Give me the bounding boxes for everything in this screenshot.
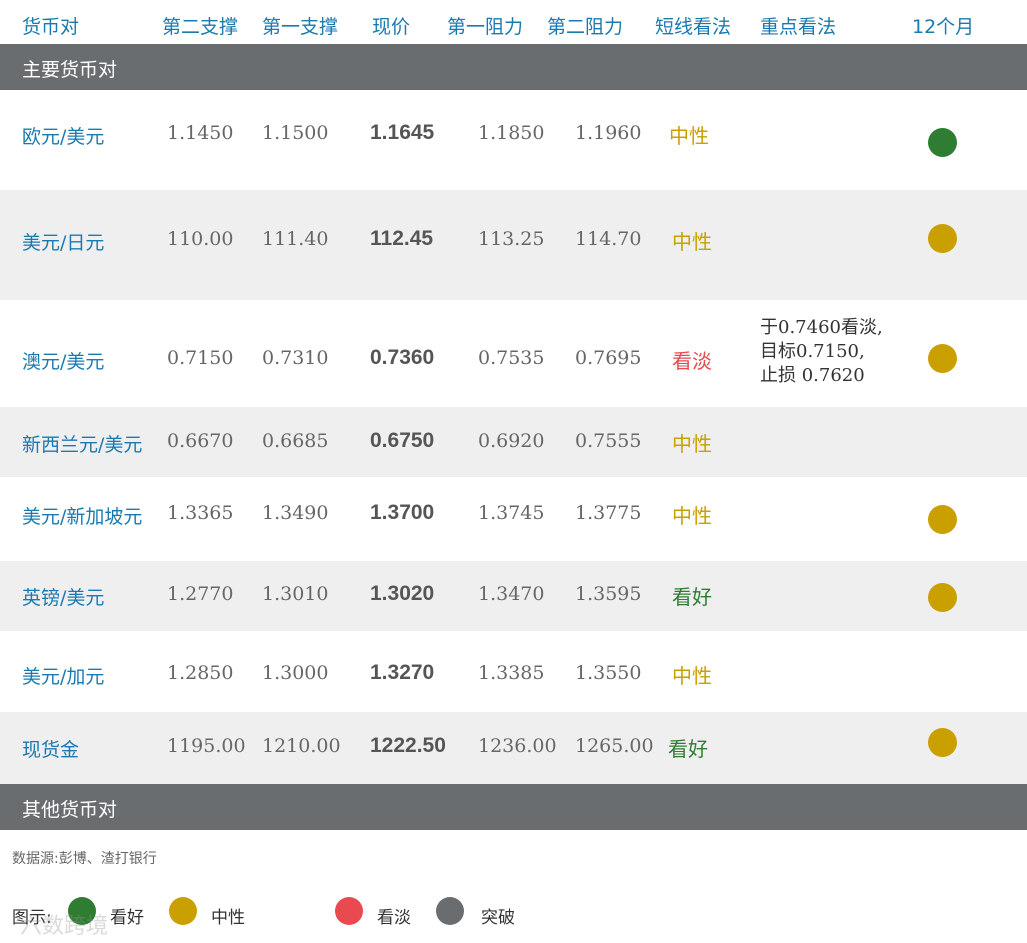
support-level: 0.6685 <box>262 430 329 452</box>
support-level: 1210.00 <box>262 735 341 757</box>
header-resist2: 第二阻力 <box>547 16 624 38</box>
header-price: 现价 <box>372 16 411 38</box>
support-level: 1.1450 <box>167 122 234 144</box>
current-price: 1222.50 <box>370 734 446 757</box>
outlook-12-month-dot <box>928 224 957 253</box>
header-resist1: 第一阻力 <box>447 16 524 38</box>
legend-breakout-dot <box>436 897 464 925</box>
legend-bearish-dot <box>335 897 363 925</box>
header-short-view: 短线看法 <box>655 16 732 38</box>
legend-bullish-label: 看好 <box>110 908 144 928</box>
resistance-level: 1.1960 <box>575 122 642 144</box>
short-term-view: 看淡 <box>672 349 712 373</box>
current-price: 1.1645 <box>370 121 435 144</box>
pair-name: 新西兰元/美元 <box>22 434 143 456</box>
pair-name: 美元/日元 <box>22 232 105 254</box>
table-row: 新西兰元/美元 0.6670 0.6685 0.6750 0.6920 0.7555 中性 <box>0 407 1027 477</box>
current-price: 1.3700 <box>370 501 435 524</box>
support-level: 1.2770 <box>167 583 234 605</box>
resistance-level: 0.7695 <box>575 347 642 369</box>
resistance-level: 1265.00 <box>575 735 654 757</box>
header-support2: 第二支撑 <box>162 16 239 38</box>
resistance-level: 0.6920 <box>478 430 545 452</box>
pair-name: 美元/加元 <box>22 666 105 688</box>
table-header: 货币对 第二支撑 第一支撑 现价 第一阻力 第二阻力 短线看法 重点看法 12个… <box>0 0 1027 44</box>
support-level: 0.6670 <box>167 430 234 452</box>
resistance-level: 1.3775 <box>575 502 642 524</box>
support-level: 111.40 <box>262 228 329 250</box>
pair-name: 现货金 <box>22 739 80 761</box>
outlook-12-month-dot <box>928 505 957 534</box>
resistance-level: 1.3595 <box>575 583 642 605</box>
watermark: 六数跨境 <box>20 914 109 939</box>
support-level: 1.3490 <box>262 502 329 524</box>
header-12-month: 12个月 <box>912 16 975 38</box>
outlook-12-month-dot <box>928 344 957 373</box>
support-level: 1.3010 <box>262 583 329 605</box>
short-term-view: 中性 <box>672 230 712 254</box>
resistance-level: 114.70 <box>575 228 642 250</box>
resistance-level: 1.3550 <box>575 662 642 684</box>
resistance-level: 1.1850 <box>478 122 545 144</box>
header-pair: 货币对 <box>22 16 80 38</box>
support-level: 1195.00 <box>167 735 246 757</box>
legend-neutral-label: 中性 <box>211 908 245 928</box>
outlook-12-month-dot <box>928 583 957 612</box>
support-level: 110.00 <box>167 228 234 250</box>
short-term-view: 中性 <box>672 664 712 688</box>
header-support1: 第一支撑 <box>262 16 339 38</box>
data-source: 数据源:彭博、渣打银行 <box>12 851 157 867</box>
resistance-level: 0.7535 <box>478 347 545 369</box>
support-level: 0.7150 <box>167 347 234 369</box>
legend-breakout-label: 突破 <box>481 908 515 928</box>
section-other-bar: 其他货币对 <box>0 784 1027 830</box>
support-level: 1.2850 <box>167 662 234 684</box>
short-term-view: 看好 <box>668 737 708 761</box>
short-term-view: 中性 <box>672 504 712 528</box>
table-row: 美元/日元 110.00 111.40 112.45 113.25 114.70 中性 <box>0 190 1027 300</box>
outlook-12-month-dot <box>928 728 957 757</box>
resistance-level: 0.7555 <box>575 430 642 452</box>
resistance-level: 1.3385 <box>478 662 545 684</box>
resistance-level: 113.25 <box>478 228 545 250</box>
header-key-view: 重点看法 <box>760 16 837 38</box>
current-price: 0.7360 <box>370 346 435 369</box>
current-price: 112.45 <box>370 227 434 250</box>
table-row: 美元/新加坡元 1.3365 1.3490 1.3700 1.3745 1.3775 中性 <box>0 477 1027 561</box>
table-row: 英镑/美元 1.2770 1.3010 1.3020 1.3470 1.3595 看好 <box>0 561 1027 631</box>
short-term-view: 看好 <box>672 585 712 609</box>
current-price: 1.3020 <box>370 582 435 605</box>
table-row: 欧元/美元 1.1450 1.1500 1.1645 1.1850 1.1960 中性 <box>0 91 1027 190</box>
legend-bearish-label: 看淡 <box>377 908 411 928</box>
support-level: 1.3365 <box>167 502 234 524</box>
short-term-view: 中性 <box>669 124 709 148</box>
support-level: 1.1500 <box>262 122 329 144</box>
legend-neutral-dot <box>169 897 197 925</box>
resistance-level: 1236.00 <box>478 735 557 757</box>
pair-name: 英镑/美元 <box>22 587 105 609</box>
support-level: 0.7310 <box>262 347 329 369</box>
current-price: 0.6750 <box>370 429 435 452</box>
section-other-title: 其他货币对 <box>22 799 118 821</box>
legend: 图示: 看好 中性 看淡 突破 <box>0 895 1027 935</box>
pair-name: 澳元/美元 <box>22 351 105 373</box>
current-price: 1.3270 <box>370 661 435 684</box>
section-main-title: 主要货币对 <box>22 59 118 81</box>
short-term-view: 中性 <box>672 432 712 456</box>
outlook-12-month-dot <box>928 128 957 157</box>
section-main-bar: 主要货币对 <box>0 44 1027 90</box>
resistance-level: 1.3745 <box>478 502 545 524</box>
pair-name: 美元/新加坡元 <box>22 506 143 528</box>
key-view-note: 于0.7460看淡, 目标0.7150, 止损 0.7620 <box>760 317 883 386</box>
support-level: 1.3000 <box>262 662 329 684</box>
pair-name: 欧元/美元 <box>22 126 105 148</box>
table-row: 澳元/美元 0.7150 0.7310 0.7360 0.7535 0.7695 看淡 于0.… <box>0 300 1027 407</box>
table-row: 美元/加元 1.2850 1.3000 1.3270 1.3385 1.3550 中性 <box>0 631 1027 712</box>
resistance-level: 1.3470 <box>478 583 545 605</box>
table-row: 现货金 1195.00 1210.00 1222.50 1236.00 1265.00 看好 <box>0 712 1027 784</box>
